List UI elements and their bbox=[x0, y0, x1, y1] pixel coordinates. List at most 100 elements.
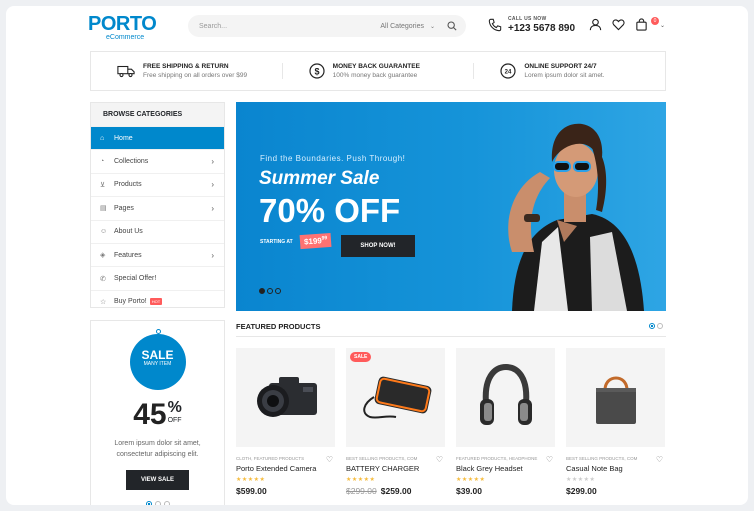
wishlist-heart-icon[interactable]: ♡ bbox=[656, 455, 663, 464]
sale-carousel-dots bbox=[91, 501, 224, 505]
carousel-dot[interactable] bbox=[145, 501, 152, 505]
camera-image bbox=[256, 376, 317, 417]
hero-banner: Find the Boundaries. Push Through! Summe… bbox=[236, 102, 666, 311]
carousel-dot[interactable] bbox=[163, 501, 170, 505]
sale-description: Lorem ipsum dolor sit amet, consectetur … bbox=[91, 438, 224, 460]
category-home[interactable]: ⌂ Home bbox=[91, 126, 224, 150]
product-category-text: BEST SELLING PRODUCTS, COM bbox=[566, 456, 638, 461]
category-label: Features bbox=[114, 251, 142, 259]
wishlist-heart-icon[interactable]: ♡ bbox=[546, 455, 553, 464]
logo-text: PORTO bbox=[88, 13, 157, 35]
wishlist-heart-icon[interactable] bbox=[612, 18, 625, 31]
chevron-down-icon[interactable]: ⌄ bbox=[660, 22, 665, 29]
product-rating: ★★★★★ bbox=[456, 477, 486, 483]
carousel-dot[interactable] bbox=[267, 288, 273, 294]
price-value: $299.00 bbox=[566, 486, 597, 496]
banner-title: Summer Sale bbox=[259, 168, 380, 189]
call-number: +123 5678 890 bbox=[508, 23, 576, 34]
product-rating: ★★★★★ bbox=[346, 477, 376, 483]
carousel-dot[interactable] bbox=[649, 323, 655, 329]
user-icon[interactable] bbox=[589, 18, 602, 31]
search-icon[interactable] bbox=[447, 21, 457, 31]
product-category: BEST SELLING PRODUCTS, COM ♡ bbox=[346, 455, 445, 464]
info-money-back: $ MONEY BACK GUARANTEE 100% money back g… bbox=[281, 63, 474, 79]
category-products[interactable]: ⊻ Products › bbox=[91, 172, 224, 196]
product-name[interactable]: Porto Extended Camera bbox=[236, 464, 335, 473]
category-select[interactable]: All Categories bbox=[380, 23, 424, 30]
carousel-dot[interactable] bbox=[275, 288, 281, 294]
wishlist-heart-icon[interactable]: ♡ bbox=[436, 455, 443, 464]
product-image[interactable] bbox=[566, 348, 665, 447]
bag-image bbox=[595, 376, 636, 424]
view-sale-button[interactable]: VIEW SALE bbox=[125, 470, 189, 490]
sale-percent: 45 % OFF bbox=[91, 400, 224, 430]
category-features[interactable]: ◈ Features › bbox=[91, 242, 224, 266]
category-special-offer[interactable]: ✆ Special Offer! bbox=[91, 266, 224, 289]
product-card[interactable]: FEATURED PRODUCTS, HEADPHONE ♡ Black Gre… bbox=[456, 348, 555, 496]
starting-at-label: STARTING AT bbox=[260, 239, 293, 245]
banner-carousel-dots bbox=[259, 288, 281, 294]
product-name[interactable]: Casual Note Bag bbox=[566, 464, 665, 473]
header-icons bbox=[589, 18, 648, 31]
product-card[interactable]: BEST SELLING PRODUCTS, COM ♡ Casual Note… bbox=[566, 348, 665, 496]
banner-price: $199 bbox=[303, 236, 323, 247]
sale-label: SALE bbox=[141, 348, 174, 362]
percent-sign: % bbox=[167, 399, 182, 416]
category-pages[interactable]: ▤ Pages › bbox=[91, 196, 224, 219]
chevron-right-icon: › bbox=[211, 157, 214, 167]
product-card[interactable]: CLOTH, FEATURED PRODUCTS ♡ Porto Extende… bbox=[236, 348, 335, 496]
category-collections[interactable]: ◔ Collections › bbox=[91, 149, 224, 172]
product-image[interactable] bbox=[456, 348, 555, 447]
off-label: OFF bbox=[167, 417, 182, 424]
sale-promo-box: SALE MANY ITEM 45 % OFF Lorem ipsum dolo… bbox=[90, 320, 225, 505]
category-buy-porto[interactable]: ☆ Buy Porto! HOT bbox=[91, 289, 224, 313]
category-label: Products bbox=[114, 181, 142, 189]
product-name[interactable]: BATTERY CHARGER bbox=[346, 464, 445, 473]
svg-text:24: 24 bbox=[505, 70, 512, 76]
divider bbox=[236, 336, 666, 337]
banner-price-tag: $19999 bbox=[299, 232, 332, 249]
chevron-right-icon: › bbox=[211, 250, 214, 260]
category-label: Buy Porto! bbox=[114, 298, 147, 306]
carousel-dot[interactable] bbox=[657, 323, 663, 329]
info-shipping: FREE SHIPPING & RETURN Free shipping on … bbox=[91, 63, 282, 79]
wishlist-heart-icon[interactable]: ♡ bbox=[326, 455, 333, 464]
users-icon: ☺ bbox=[100, 228, 108, 236]
features-icon: ◈ bbox=[100, 252, 106, 260]
banner-price-cents: 99 bbox=[321, 235, 328, 242]
sale-desc-line: Lorem ipsum dolor sit amet, bbox=[114, 440, 201, 447]
phone-icon bbox=[488, 18, 502, 32]
sale-badge: SALE bbox=[350, 352, 372, 362]
info-support: 24 ONLINE SUPPORT 24/7 Lorem ipsum dolor… bbox=[473, 63, 665, 79]
shop-now-button[interactable]: SHOP NOW! bbox=[341, 235, 415, 257]
chevron-down-icon[interactable]: ⌄ bbox=[430, 23, 435, 30]
product-category-text: FEATURED PRODUCTS, HEADPHONE bbox=[456, 456, 538, 461]
category-about-us[interactable]: ☺ About Us bbox=[91, 219, 224, 243]
carousel-dot[interactable] bbox=[154, 501, 161, 505]
hot-badge: HOT bbox=[149, 298, 163, 306]
call-label: CALL US NOW bbox=[508, 16, 547, 22]
banner-tagline: Find the Boundaries. Push Through! bbox=[260, 154, 406, 163]
product-category-text: BEST SELLING PRODUCTS, COM bbox=[346, 456, 418, 461]
collections-icon: ◔ bbox=[100, 158, 105, 166]
search-input[interactable]: Search... bbox=[199, 23, 380, 30]
site-logo[interactable]: PORTO eCommerce bbox=[88, 13, 157, 42]
call-us[interactable]: CALL US NOW +123 5678 890 bbox=[488, 16, 575, 34]
product-price: $299.00 bbox=[566, 486, 665, 496]
chevron-right-icon: › bbox=[211, 203, 214, 213]
info-title: ONLINE SUPPORT 24/7 bbox=[524, 63, 597, 70]
page: PORTO eCommerce Search... All Categories… bbox=[6, 6, 748, 505]
product-image[interactable] bbox=[236, 348, 335, 447]
carousel-dot[interactable] bbox=[259, 288, 265, 294]
product-card[interactable]: SALE BEST SELLING PRODUCTS, COM ♡ BATTER… bbox=[346, 348, 445, 496]
product-name[interactable]: Black Grey Headset bbox=[456, 464, 555, 473]
price-value: $259.00 bbox=[380, 486, 412, 496]
product-list: CLOTH, FEATURED PRODUCTS ♡ Porto Extende… bbox=[236, 348, 665, 496]
cart-bag-icon[interactable] bbox=[635, 18, 648, 31]
banner-discount: 70% OFF bbox=[259, 192, 401, 229]
search-bar[interactable]: Search... All Categories ⌄ bbox=[188, 15, 466, 37]
home-icon: ⌂ bbox=[100, 134, 105, 142]
product-image[interactable]: SALE bbox=[346, 348, 445, 447]
featured-products-title: FEATURED PRODUCTS bbox=[236, 322, 321, 331]
info-desc: Lorem ipsum dolor sit amet. bbox=[524, 72, 605, 79]
